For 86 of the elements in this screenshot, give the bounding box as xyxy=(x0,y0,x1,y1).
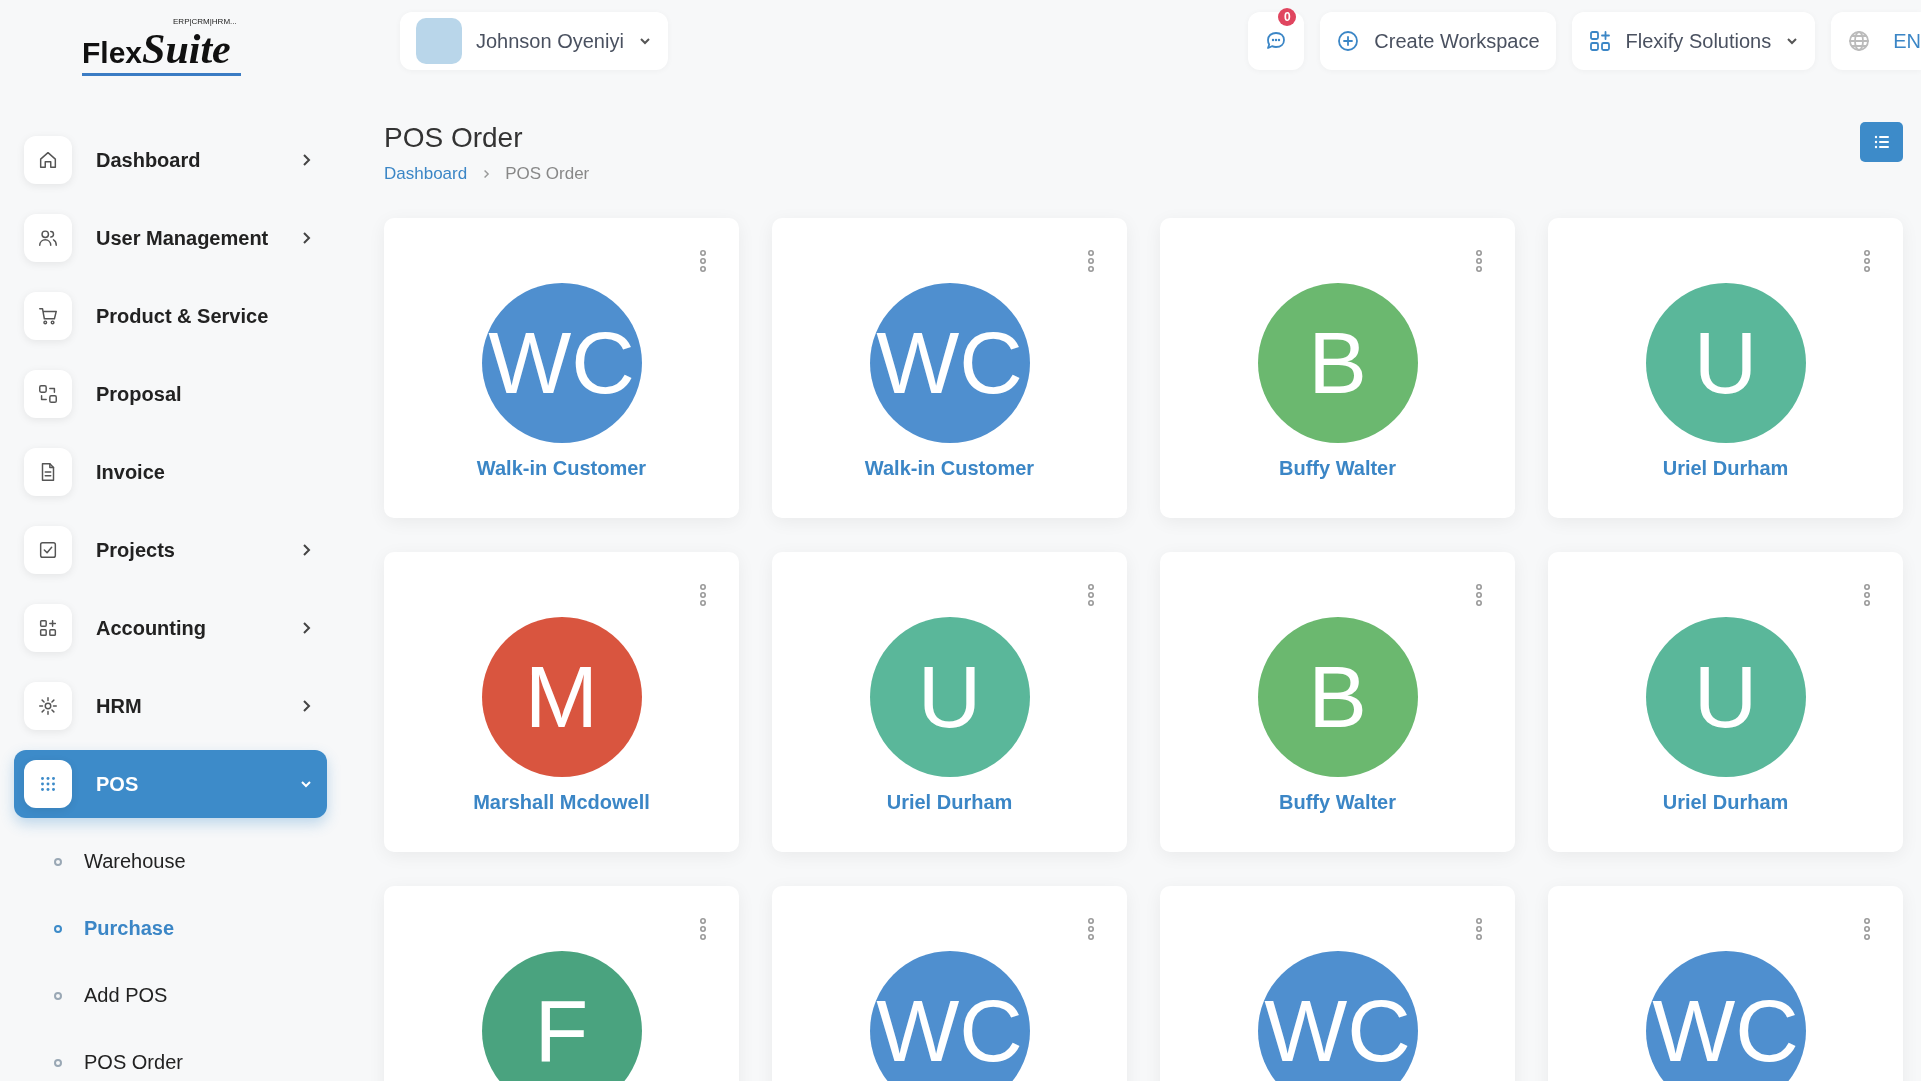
initials-avatar: U xyxy=(1645,617,1806,777)
customer-name[interactable]: Uriel Durham xyxy=(1662,791,1789,814)
submenu-item[interactable]: Warehouse xyxy=(14,828,327,895)
bullet-icon xyxy=(54,991,62,1000)
breadcrumb-link[interactable]: Dashboard xyxy=(384,164,468,184)
initials-avatar: U xyxy=(869,617,1030,777)
submenu-item[interactable]: POS Order xyxy=(14,1029,327,1081)
initials-avatar: WC xyxy=(869,283,1030,443)
customer-card[interactable]: WC Walk-in Customer xyxy=(384,218,739,518)
create-workspace-button[interactable]: Create Workspace xyxy=(1320,12,1556,70)
bullet-icon xyxy=(54,857,62,866)
sidebar-item[interactable]: Accounting xyxy=(14,594,327,662)
bullet-icon xyxy=(54,1058,62,1067)
more-options-icon[interactable] xyxy=(1475,250,1483,272)
initials-avatar: U xyxy=(1645,283,1806,443)
list-view-button[interactable] xyxy=(1860,122,1903,162)
more-options-icon[interactable] xyxy=(1475,584,1483,606)
initials-avatar: B xyxy=(1257,283,1418,443)
customer-name[interactable]: Marshall Mcdowell xyxy=(473,791,650,814)
user-menu[interactable]: Johnson Oyeniyi xyxy=(400,12,668,70)
customer-name[interactable]: Uriel Durham xyxy=(886,791,1013,814)
more-options-icon[interactable] xyxy=(1475,918,1483,940)
initials-avatar: F xyxy=(481,951,642,1081)
more-options-icon[interactable] xyxy=(1087,584,1095,606)
more-options-icon[interactable] xyxy=(699,584,707,606)
customer-card[interactable]: WC xyxy=(1548,886,1903,1081)
customer-name[interactable]: Buffy Walter xyxy=(1278,457,1396,480)
logo-text: Flex xyxy=(82,35,143,70)
customer-card[interactable]: B Buffy Walter xyxy=(1160,218,1515,518)
customer-name[interactable]: Walk-in Customer xyxy=(476,457,647,480)
logo-script-text: Suite xyxy=(142,25,231,73)
customer-card[interactable]: B Buffy Walter xyxy=(1160,552,1515,852)
chevron-right-icon xyxy=(481,169,492,179)
users-icon xyxy=(37,227,59,249)
sidebar-item[interactable]: User Management xyxy=(14,204,327,272)
initials-avatar: WC xyxy=(1645,951,1806,1081)
customer-card[interactable]: F xyxy=(384,886,739,1081)
logo-tagline: ERP|CRM|HRM... xyxy=(173,16,237,26)
submenu-item[interactable]: Purchase xyxy=(14,895,327,962)
customer-card[interactable]: M Marshall Mcdowell xyxy=(384,552,739,852)
customer-card[interactable]: U Uriel Durham xyxy=(772,552,1127,852)
bullet-icon xyxy=(54,924,62,933)
checkbox-icon xyxy=(37,539,59,561)
sidebar-item[interactable]: Proposal xyxy=(14,360,327,428)
customer-name[interactable]: Buffy Walter xyxy=(1278,791,1396,814)
sidebar-item[interactable]: Invoice xyxy=(14,438,327,506)
page-title: POS Order xyxy=(384,122,524,154)
sidebar-item[interactable]: Dashboard xyxy=(14,126,327,194)
more-options-icon[interactable] xyxy=(1863,250,1871,272)
list-icon xyxy=(1873,135,1890,149)
cart-icon xyxy=(37,305,59,327)
globe-icon xyxy=(1847,29,1872,53)
breadcrumb-current: POS Order xyxy=(505,164,590,184)
sidebar-item[interactable]: Projects xyxy=(14,516,327,584)
more-options-icon[interactable] xyxy=(1863,918,1871,940)
initials-avatar: WC xyxy=(481,283,642,443)
sidebar-item[interactable]: HRM xyxy=(14,672,327,740)
grid-plus-icon xyxy=(37,617,59,639)
initials-avatar: M xyxy=(481,617,642,777)
notification-badge: 0 xyxy=(1278,8,1297,26)
more-options-icon[interactable] xyxy=(1863,584,1871,606)
cog-icon xyxy=(37,695,59,717)
customer-name[interactable]: Uriel Durham xyxy=(1662,457,1789,480)
customer-card[interactable]: WC Walk-in Customer xyxy=(772,218,1127,518)
initials-avatar: WC xyxy=(869,951,1030,1081)
customer-name[interactable]: Walk-in Customer xyxy=(864,457,1035,480)
grid-plus-icon xyxy=(1587,29,1612,53)
language-button[interactable]: EN xyxy=(1831,12,1921,70)
workspace-dropdown[interactable]: Flexify Solutions xyxy=(1571,12,1816,70)
sidebar-item[interactable]: POS xyxy=(14,750,327,818)
more-options-icon[interactable] xyxy=(699,250,707,272)
more-options-icon[interactable] xyxy=(1087,250,1095,272)
more-options-icon[interactable] xyxy=(699,918,707,940)
customer-card[interactable]: U Uriel Durham xyxy=(1548,218,1903,518)
customer-card[interactable]: U Uriel Durham xyxy=(1548,552,1903,852)
avatar-photo xyxy=(416,18,462,64)
initials-avatar: B xyxy=(1257,617,1418,777)
customer-card[interactable]: WC xyxy=(772,886,1127,1081)
swap-icon xyxy=(37,383,59,405)
more-options-icon[interactable] xyxy=(1087,918,1095,940)
initials-avatar: WC xyxy=(1257,951,1418,1081)
home-icon xyxy=(37,149,59,171)
sidebar-item[interactable]: Product & Service xyxy=(14,282,327,350)
submenu-item[interactable]: Add POS xyxy=(14,962,327,1029)
customer-card[interactable]: WC xyxy=(1160,886,1515,1081)
plus-circle-icon xyxy=(1336,29,1361,53)
